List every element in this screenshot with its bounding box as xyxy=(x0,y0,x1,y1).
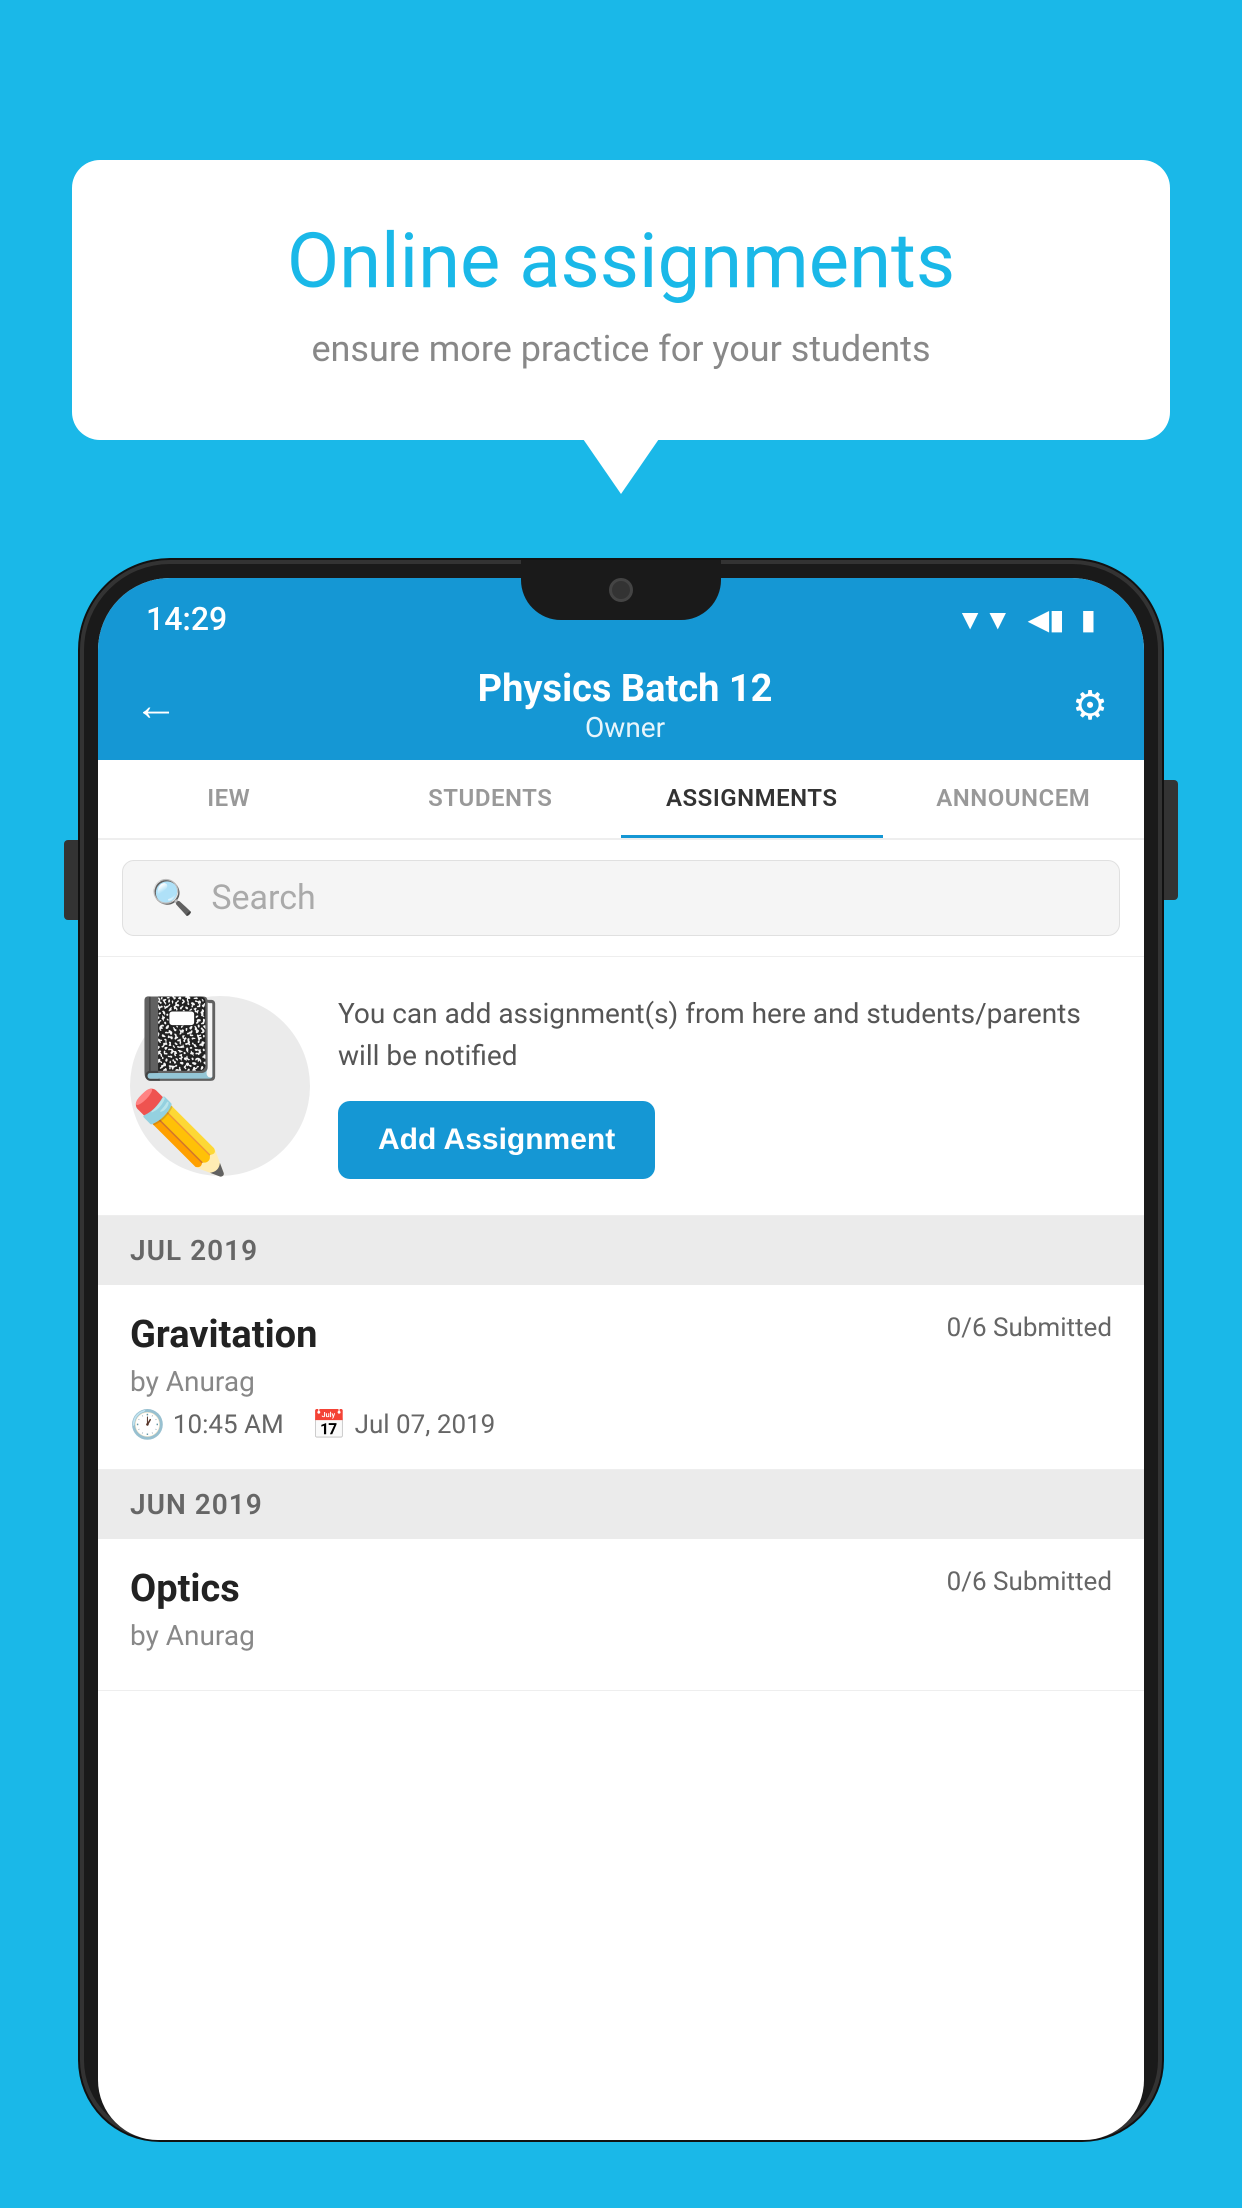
assignment-optics-submitted: 0/6 Submitted xyxy=(947,1567,1112,1597)
header-center: Physics Batch 12 Owner xyxy=(478,667,773,744)
status-time: 14:29 xyxy=(146,600,227,638)
assignment-item-gravitation[interactable]: Gravitation 0/6 Submitted by Anurag 🕐 10… xyxy=(98,1285,1144,1470)
promo-card: 📓✏️ You can add assignment(s) from here … xyxy=(98,957,1144,1216)
assignment-name: Gravitation xyxy=(130,1313,317,1357)
assignment-submitted: 0/6 Submitted xyxy=(947,1313,1112,1343)
calendar-icon: 📅 xyxy=(312,1408,347,1441)
tabs-bar: IEW STUDENTS ASSIGNMENTS ANNOUNCEM xyxy=(98,760,1144,840)
speech-bubble: Online assignments ensure more practice … xyxy=(72,160,1170,440)
assignment-item-optics[interactable]: Optics 0/6 Submitted by Anurag xyxy=(98,1539,1144,1691)
promo-description: You can add assignment(s) from here and … xyxy=(338,993,1112,1077)
speech-bubble-container: Online assignments ensure more practice … xyxy=(72,160,1170,440)
app-header: ← Physics Batch 12 Owner ⚙ xyxy=(98,650,1144,760)
phone-screen: 14:29 ▼▼ ◀▮ ▮ ← Physics Batch 12 Owner ⚙ xyxy=(98,578,1144,2140)
phone-outer: 14:29 ▼▼ ◀▮ ▮ ← Physics Batch 12 Owner ⚙ xyxy=(80,560,1162,2140)
settings-button[interactable]: ⚙ xyxy=(1072,682,1108,729)
back-button[interactable]: ← xyxy=(134,679,178,731)
assignment-by: by Anurag xyxy=(130,1365,1112,1398)
phone-wrapper: 14:29 ▼▼ ◀▮ ▮ ← Physics Batch 12 Owner ⚙ xyxy=(80,560,1162,2208)
assignment-meta: 🕐 10:45 AM 📅 Jul 07, 2019 xyxy=(130,1408,1112,1441)
month-header-jul: JUL 2019 xyxy=(98,1216,1144,1285)
signal-icon: ◀▮ xyxy=(1028,603,1065,636)
battery-icon: ▮ xyxy=(1081,603,1096,636)
assignment-row-top: Gravitation 0/6 Submitted xyxy=(130,1313,1112,1357)
assignment-optics-by: by Anurag xyxy=(130,1619,1112,1652)
month-header-jun: JUN 2019 xyxy=(98,1470,1144,1539)
clock-icon: 🕐 xyxy=(130,1408,165,1441)
add-assignment-button[interactable]: Add Assignment xyxy=(338,1101,655,1179)
bubble-subtitle: ensure more practice for your students xyxy=(152,328,1090,370)
search-placeholder-text: Search xyxy=(211,878,315,918)
wifi-icon: ▼▼ xyxy=(956,603,1011,636)
search-icon: 🔍 xyxy=(151,878,193,918)
promo-text-area: You can add assignment(s) from here and … xyxy=(338,993,1112,1179)
assignment-optics-row-top: Optics 0/6 Submitted xyxy=(130,1567,1112,1611)
promo-icon-wrap: 📓✏️ xyxy=(130,996,310,1176)
status-icons: ▼▼ ◀▮ ▮ xyxy=(956,603,1096,636)
notch-camera xyxy=(609,578,633,602)
header-subtitle: Owner xyxy=(478,711,773,744)
assignment-optics-name: Optics xyxy=(130,1567,240,1611)
assignment-date: 📅 Jul 07, 2019 xyxy=(312,1408,496,1441)
assignment-book-icon: 📓✏️ xyxy=(130,992,310,1180)
tab-assignments[interactable]: ASSIGNMENTS xyxy=(621,760,883,838)
tab-announcements[interactable]: ANNOUNCEM xyxy=(883,760,1145,838)
header-title: Physics Batch 12 xyxy=(478,667,773,711)
search-bar[interactable]: 🔍 Search xyxy=(122,860,1120,936)
tab-iew[interactable]: IEW xyxy=(98,760,360,838)
assignment-time: 🕐 10:45 AM xyxy=(130,1408,284,1441)
bubble-title: Online assignments xyxy=(152,220,1090,304)
phone-notch xyxy=(521,560,721,620)
tab-students[interactable]: STUDENTS xyxy=(360,760,622,838)
search-container: 🔍 Search xyxy=(98,840,1144,957)
